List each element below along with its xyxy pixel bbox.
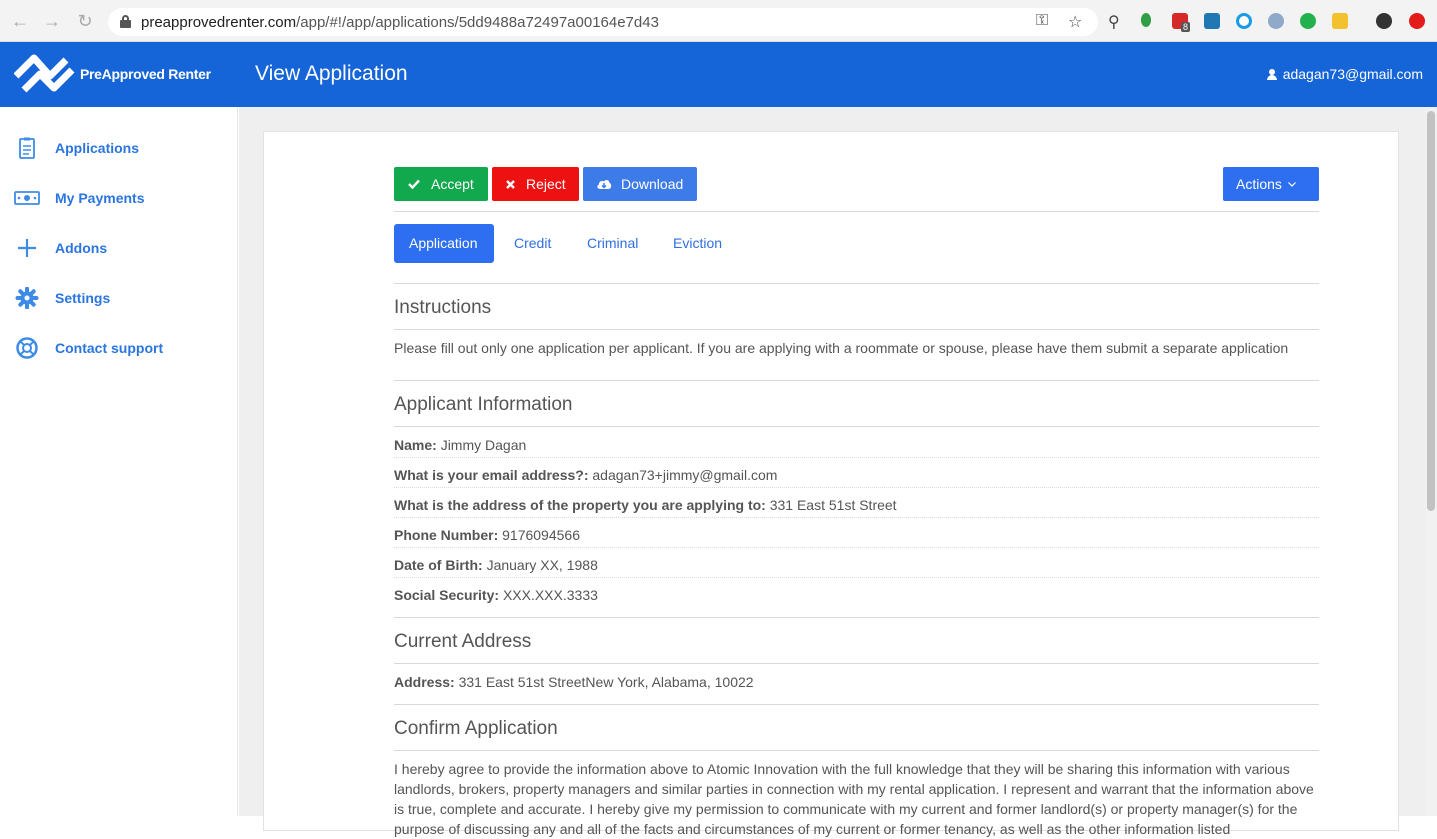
close-icon [506, 180, 515, 189]
extension-badge: 8 [1181, 22, 1191, 32]
download-button[interactable]: Download [583, 167, 697, 201]
reload-icon[interactable]: ↻ [75, 11, 95, 31]
chevron-down-icon [1288, 182, 1296, 187]
accept-button[interactable]: Accept [394, 167, 488, 201]
extension-globe-icon[interactable] [1268, 13, 1284, 29]
divider [394, 704, 1319, 705]
clipboard-icon [19, 137, 35, 159]
sidebar: Applications My Payments Addons Settings… [0, 107, 238, 816]
lock-icon [120, 15, 131, 28]
url-text: preapprovedrenter.com/app/#!/app/applica… [141, 14, 659, 31]
confirm-text: I hereby agree to provide the informatio… [394, 761, 1314, 837]
accept-label: Accept [431, 176, 474, 192]
search-icon[interactable]: ⚲ [1108, 12, 1120, 32]
profile-avatar[interactable] [1376, 13, 1392, 29]
scrollbar-thumb[interactable] [1427, 111, 1435, 511]
confirm-application-title: Confirm Application [394, 718, 558, 739]
divider [394, 380, 1319, 381]
field-separator [394, 457, 1319, 458]
user-menu[interactable]: adagan73@gmail.com [1266, 66, 1423, 82]
tab-eviction[interactable]: Eviction [673, 224, 733, 263]
field-name: Name: Jimmy Dagan [394, 437, 527, 453]
extension-ring-icon[interactable] [1236, 13, 1252, 29]
gear-icon [15, 287, 39, 309]
actions-dropdown-button[interactable]: Actions [1223, 167, 1319, 201]
field-email: What is your email address?: adagan73+ji… [394, 467, 778, 483]
check-icon [408, 179, 420, 189]
divider [394, 329, 1319, 330]
field-property-address: What is the address of the property you … [394, 497, 897, 513]
reject-button[interactable]: Reject [492, 167, 579, 201]
field-current-address: Address: 331 East 51st StreetNew York, A… [394, 674, 754, 690]
address-bar[interactable]: preapprovedrenter.com/app/#!/app/applica… [108, 8, 1098, 36]
key-icon[interactable]: ⚿ [1036, 12, 1048, 30]
scrollbar[interactable] [1425, 107, 1437, 816]
download-label: Download [621, 176, 684, 192]
sidebar-item-contact-support[interactable]: Contact support [0, 328, 238, 368]
money-icon [14, 191, 40, 205]
instructions-text: Please fill out only one application per… [394, 340, 1289, 356]
extension-s-icon[interactable] [1204, 13, 1220, 29]
reject-label: Reject [526, 176, 566, 192]
extension-red-icon[interactable]: 8 [1172, 13, 1191, 32]
plus-icon [18, 239, 36, 257]
divider [394, 617, 1319, 618]
instructions-title: Instructions [394, 297, 492, 318]
divider [394, 750, 1319, 751]
divider [394, 426, 1319, 427]
tab-criminal[interactable]: Criminal [587, 224, 647, 263]
sidebar-item-my-payments[interactable]: My Payments [0, 178, 238, 218]
browser-toolbar: ← → ↻ preapprovedrenter.com/app/#!/app/a… [0, 0, 1437, 42]
forward-arrow-icon[interactable]: → [42, 11, 62, 31]
extension-leaf-icon[interactable] [1141, 13, 1151, 27]
field-social-security: Social Security: XXX.XXX.3333 [394, 587, 598, 603]
sidebar-item-label: Contact support [55, 340, 164, 356]
extension-yellow-icon[interactable] [1332, 13, 1348, 29]
field-separator [394, 487, 1319, 488]
sidebar-item-label: Settings [55, 290, 111, 306]
application-card: Accept Reject Download Actions Applicati… [263, 131, 1399, 837]
sidebar-item-applications[interactable]: Applications [0, 128, 238, 168]
extension-check-icon[interactable] [1300, 13, 1316, 29]
sidebar-item-label: My Payments [55, 190, 145, 206]
sidebar-item-label: Applications [55, 140, 140, 156]
user-icon [1266, 69, 1277, 80]
user-email: adagan73@gmail.com [1282, 66, 1423, 82]
star-icon[interactable]: ☆ [1068, 12, 1082, 32]
lifebuoy-icon [16, 337, 38, 359]
sidebar-item-settings[interactable]: Settings [0, 278, 238, 318]
actions-label: Actions [1236, 176, 1282, 192]
logo-text[interactable]: PreApproved Renter [80, 66, 211, 82]
current-address-title: Current Address [394, 631, 532, 652]
page-title: View Application [255, 62, 408, 85]
field-separator [394, 577, 1319, 578]
applicant-info-title: Applicant Information [394, 394, 573, 415]
field-phone: Phone Number: 9176094566 [394, 527, 580, 543]
field-separator [394, 547, 1319, 548]
sidebar-item-addons[interactable]: Addons [0, 228, 238, 268]
tab-application[interactable]: Application [394, 224, 494, 263]
logo-icon[interactable] [14, 50, 76, 98]
main-content: Accept Reject Download Actions Applicati… [239, 107, 1437, 837]
sidebar-item-label: Addons [55, 240, 108, 256]
field-separator [394, 517, 1319, 518]
divider [394, 283, 1319, 284]
field-date-of-birth: Date of Birth: January XX, 1988 [394, 557, 598, 573]
tab-credit[interactable]: Credit [514, 224, 564, 263]
extension-upload-icon[interactable] [1409, 13, 1425, 29]
divider [394, 663, 1319, 664]
cloud-download-icon [597, 179, 612, 189]
divider [394, 211, 1319, 212]
back-arrow-icon[interactable]: ← [10, 11, 30, 31]
app-header: PreApproved Renter View Application adag… [0, 42, 1437, 107]
